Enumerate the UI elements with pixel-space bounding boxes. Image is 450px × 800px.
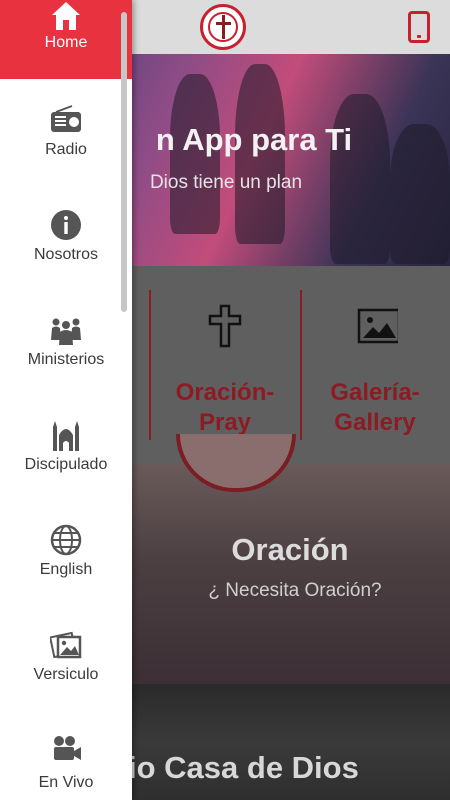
cross-icon (208, 304, 242, 348)
nav-label-radio: Radio (45, 141, 87, 158)
ministry-seal (176, 434, 296, 492)
video-camera-icon (54, 736, 81, 760)
nav-label-versiculo: Versiculo (33, 666, 99, 683)
gallery-card-label: Galería- Gallery (330, 379, 420, 436)
nav-item-ministerios[interactable]: Ministerios (0, 314, 132, 419)
prayer-card[interactable]: Oración- Pray (150, 290, 300, 440)
drawer-scrollbar[interactable] (121, 12, 127, 312)
globe-icon (50, 524, 82, 556)
phone-icon[interactable] (408, 11, 430, 43)
church-logo (200, 4, 246, 50)
gallery-card[interactable]: Galería- Gallery (300, 290, 450, 440)
people-icon (51, 318, 81, 345)
picture-icon (357, 308, 398, 344)
prayer-card-label: Oración- Pray (175, 379, 275, 436)
nav-item-english[interactable]: English (0, 524, 132, 629)
home-icon (52, 2, 80, 30)
nav-label-home: Home (44, 34, 88, 51)
nav-item-home[interactable]: Home (0, 0, 132, 79)
nav-label-discipulado: Discipulado (24, 456, 108, 473)
photos-icon (50, 631, 82, 659)
nav-item-discipulado[interactable]: Discipulado (0, 419, 132, 524)
nav-label-ministerios: Ministerios (27, 351, 105, 368)
navigation-drawer: Home Radio Nosotros Ministerios Discipul… (0, 0, 132, 800)
nav-label-en-vivo: En Vivo (38, 774, 94, 791)
nav-item-en-vivo[interactable]: En Vivo (0, 734, 132, 800)
nav-label-nosotros: Nosotros (33, 246, 99, 263)
radio-icon (51, 105, 81, 132)
mosque-icon (53, 421, 79, 451)
nav-label-english: English (39, 561, 93, 578)
info-icon (51, 210, 81, 240)
nav-item-radio[interactable]: Radio (0, 104, 132, 209)
nav-item-versiculo[interactable]: Versiculo (0, 629, 132, 734)
nav-item-nosotros[interactable]: Nosotros (0, 209, 132, 314)
